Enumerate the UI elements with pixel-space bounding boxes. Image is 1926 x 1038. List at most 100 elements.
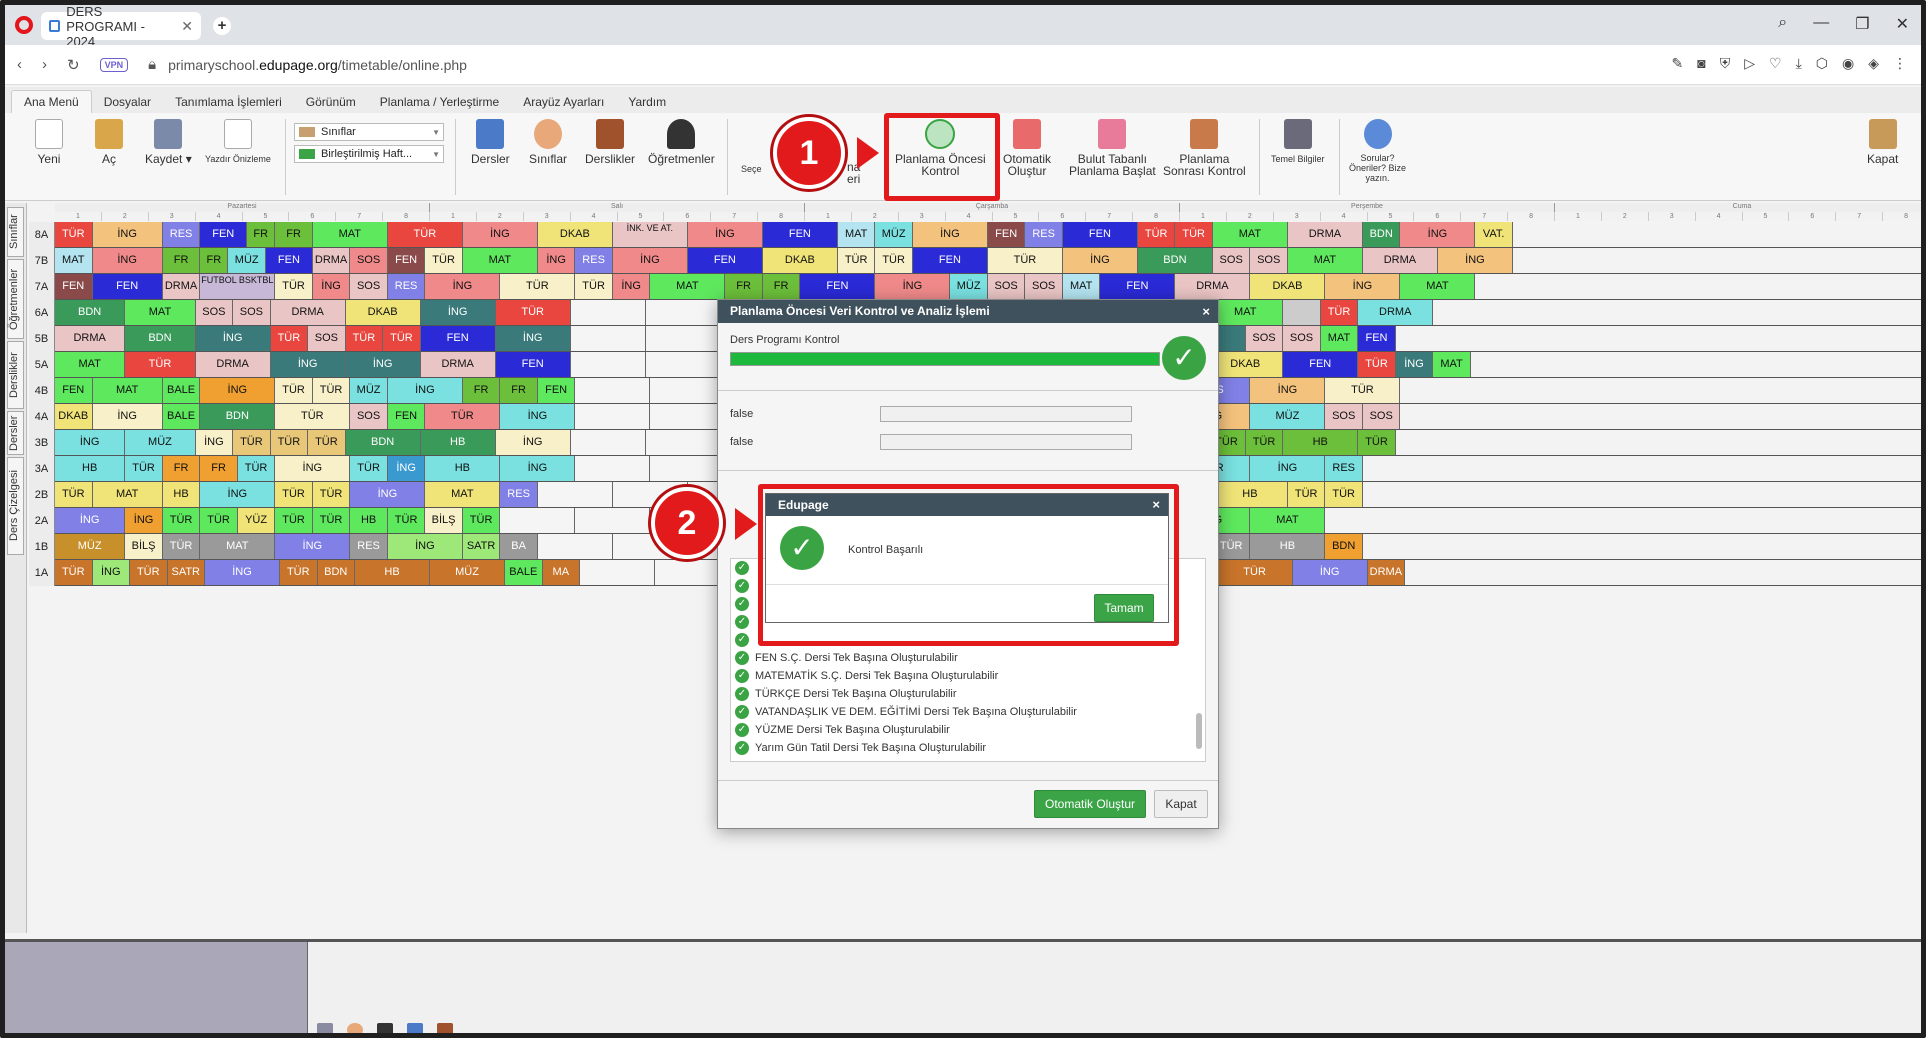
lesson-cell[interactable]: DRMA — [55, 326, 126, 351]
building-icon[interactable] — [317, 1023, 333, 1033]
new-button[interactable]: Yeni — [35, 119, 63, 165]
lesson-cell[interactable]: HB — [55, 456, 126, 481]
lesson-cell[interactable]: SOS — [987, 274, 1026, 299]
lesson-cell[interactable]: MAT — [1320, 326, 1359, 351]
lesson-cell[interactable]: TÜR — [275, 508, 313, 533]
lesson-cell[interactable]: İNG — [345, 352, 421, 377]
lesson-cell[interactable]: DKAB — [537, 222, 613, 247]
lesson-cell[interactable]: FEN — [687, 248, 763, 273]
lesson-cell[interactable]: HB — [1212, 482, 1288, 507]
lesson-cell[interactable]: İNG — [425, 274, 501, 299]
sidetab-classrooms[interactable]: Derslikler — [7, 341, 24, 409]
forward-icon[interactable]: › — [42, 56, 47, 73]
lesson-cell[interactable]: YÜZ — [237, 508, 276, 533]
tab-definitions[interactable]: Tanımlama İşlemleri — [163, 91, 294, 113]
lesson-cell[interactable]: FEN — [1062, 222, 1138, 247]
lesson-cell[interactable]: SOS — [1245, 326, 1284, 351]
lesson-cell[interactable]: BİLŞ — [425, 508, 463, 533]
lesson-cell[interactable]: MAT — [1250, 508, 1326, 533]
lesson-cell[interactable]: TÜR — [462, 508, 501, 533]
lesson-cell[interactable]: MAT — [55, 352, 126, 377]
lesson-cell[interactable] — [645, 430, 721, 455]
class-label[interactable]: 2A — [29, 508, 55, 534]
sidetab-classes[interactable]: Sınıflar — [7, 207, 24, 257]
book-icon[interactable] — [407, 1023, 423, 1033]
lesson-cell[interactable]: MÜZ — [950, 274, 988, 299]
lesson-cell[interactable]: MA — [542, 560, 581, 585]
play-icon[interactable]: ▷ — [1744, 55, 1755, 72]
lesson-cell[interactable]: MAT S.Ç. — [1062, 274, 1101, 299]
lesson-cell[interactable] — [650, 404, 726, 429]
lesson-cell[interactable]: SOS — [195, 300, 234, 325]
cloud-planning-button[interactable]: Bulut Tabanlı Planlama Başlat — [1069, 119, 1156, 177]
lesson-cell[interactable] — [1283, 300, 1321, 325]
lesson-cell[interactable]: İNG — [92, 248, 163, 273]
lesson-cell[interactable]: SOS — [350, 248, 388, 273]
lesson-cell[interactable]: RES — [350, 534, 388, 559]
lesson-cell[interactable]: TÜR — [1245, 430, 1284, 455]
extensions-icon[interactable]: ⬡ — [1816, 55, 1828, 72]
tab-planning[interactable]: Planlama / Yerleştirme — [368, 91, 511, 113]
lesson-cell[interactable]: MAT — [1212, 222, 1288, 247]
lesson-cell[interactable]: İNG — [312, 274, 351, 299]
lesson-cell[interactable]: VAT. — [1475, 222, 1513, 247]
lesson-cell[interactable]: MÜZ — [875, 222, 913, 247]
lesson-cell[interactable]: TÜR — [1320, 300, 1359, 325]
scrollbar-thumb[interactable] — [1196, 713, 1202, 749]
lesson-cell[interactable]: İNG — [92, 404, 163, 429]
lesson-cell[interactable]: TÜR — [55, 560, 93, 585]
lesson-cell[interactable]: İNG — [1325, 274, 1401, 299]
lesson-cell[interactable]: BDN — [317, 560, 356, 585]
lesson-cell[interactable]: İNG — [205, 560, 281, 585]
close-window-icon[interactable]: ✕ — [1896, 14, 1909, 34]
lesson-cell[interactable]: İNG — [875, 274, 951, 299]
graduation-cap-icon[interactable] — [377, 1023, 393, 1033]
lesson-cell[interactable]: FEN S.Ç. — [387, 248, 426, 273]
lessons-button[interactable]: Dersler — [471, 119, 510, 165]
menu-icon[interactable]: ⋮ — [1893, 55, 1907, 72]
edit-icon[interactable]: ✎ — [1672, 55, 1684, 72]
lesson-cell[interactable]: TÜR — [1325, 482, 1363, 507]
lesson-cell[interactable]: FR — [725, 274, 763, 299]
lesson-cell[interactable]: İNG — [612, 274, 651, 299]
lesson-cell[interactable]: MAT — [1400, 274, 1476, 299]
lesson-cell[interactable]: HB — [420, 430, 496, 455]
lesson-cell[interactable]: RES — [162, 222, 201, 247]
lesson-cell[interactable]: SOS — [350, 274, 388, 299]
lesson-cell[interactable]: İNG — [500, 456, 576, 481]
lesson-cell[interactable]: SATR — [462, 534, 501, 559]
sidetab-timetable[interactable]: Ders Çizelgesi — [7, 457, 24, 555]
save-button[interactable]: Kaydet ▾ — [145, 119, 192, 165]
lesson-cell[interactable]: İNG — [387, 456, 426, 481]
people-icon[interactable] — [347, 1023, 363, 1033]
restore-icon[interactable]: ❐ — [1855, 14, 1869, 34]
lesson-cell[interactable]: DRMA — [1287, 222, 1363, 247]
lesson-cell[interactable]: TÜR — [275, 274, 313, 299]
lesson-cell[interactable]: RES — [387, 274, 426, 299]
lesson-cell[interactable]: MÜZ — [125, 430, 196, 455]
close-app-button[interactable]: Kapat — [1867, 119, 1898, 165]
lesson-cell[interactable]: İNG — [92, 560, 130, 585]
tab-help[interactable]: Yardım — [616, 91, 678, 113]
lesson-cell[interactable]: TÜR — [200, 508, 238, 533]
lesson-cell[interactable] — [580, 560, 656, 585]
lesson-cell[interactable] — [500, 508, 576, 533]
opera-logo-icon[interactable] — [15, 16, 33, 34]
lesson-cell[interactable]: MÜZ — [350, 378, 388, 403]
lesson-cell[interactable]: TÜR — [837, 248, 876, 273]
lesson-cell[interactable]: FR — [762, 274, 801, 299]
print-preview-button[interactable]: Yazdır Önizleme — [205, 119, 271, 165]
class-label[interactable]: 3B — [29, 430, 55, 456]
lesson-cell[interactable]: MAT — [650, 274, 726, 299]
lesson-cell[interactable]: TÜR — [55, 222, 93, 247]
profile-icon[interactable]: ◉ — [1842, 55, 1854, 72]
lesson-cell[interactable]: HB — [425, 456, 501, 481]
search-icon[interactable]: ⌕ — [1778, 14, 1787, 34]
lesson-cell[interactable]: DRMA — [1175, 274, 1251, 299]
lesson-cell[interactable]: TÜR — [1287, 482, 1326, 507]
classrooms-button[interactable]: Derslikler — [585, 119, 635, 165]
lesson-cell[interactable]: İNG — [55, 508, 126, 533]
lesson-cell[interactable]: TÜR — [345, 326, 384, 351]
lesson-cell[interactable]: FEN — [762, 222, 838, 247]
lesson-cell[interactable]: MAT — [312, 222, 388, 247]
